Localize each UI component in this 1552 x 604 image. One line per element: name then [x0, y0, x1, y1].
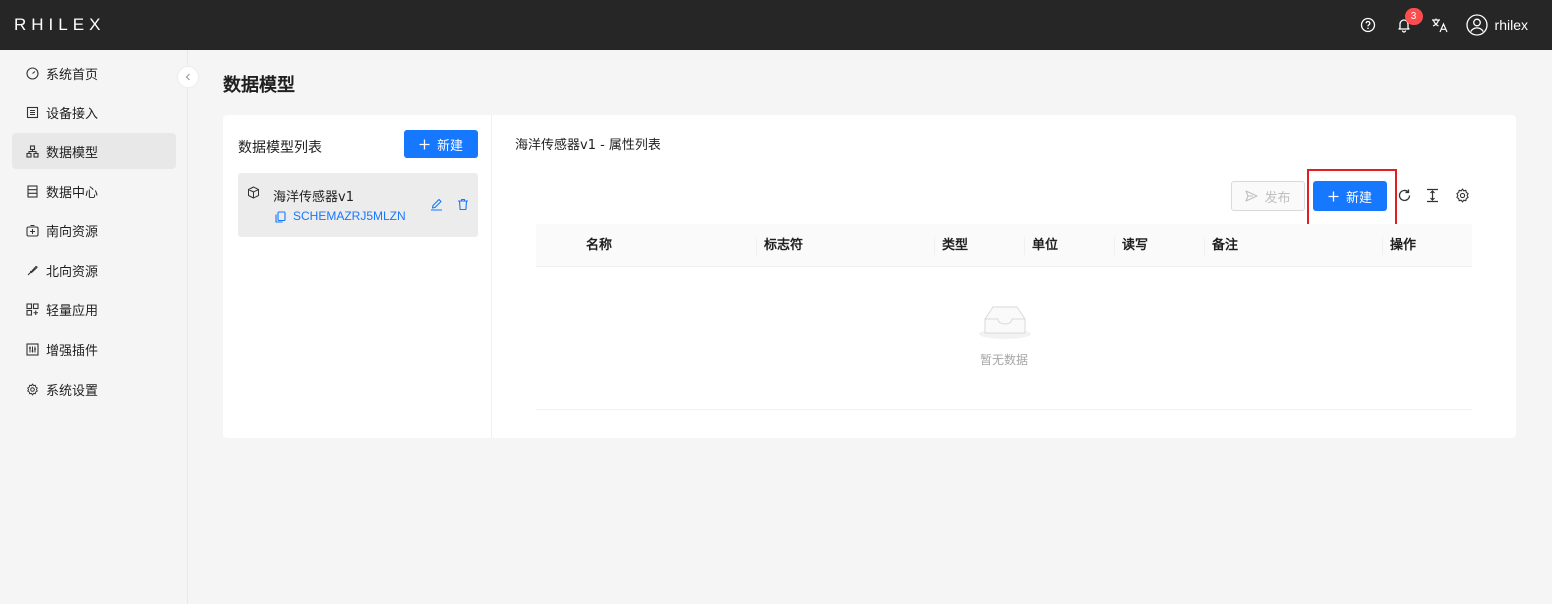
column-divider — [1024, 237, 1025, 255]
publish-label: 发布 — [1264, 190, 1291, 206]
device-icon — [25, 105, 39, 119]
copy-icon[interactable] — [275, 211, 286, 227]
new-model-button[interactable]: 新建 — [404, 130, 478, 158]
new-model-label: 新建 — [436, 138, 463, 154]
northbound-icon — [25, 263, 39, 277]
plus-icon — [419, 139, 430, 149]
sidebar-item-settings[interactable]: 系统设置 — [12, 371, 176, 407]
column-header-name: 名称 — [586, 238, 613, 253]
settings-icon — [25, 382, 39, 396]
properties-table: 名称 标志符 类型 单位 读写 备注 操作 暂无数据 — [536, 224, 1472, 410]
sidebar-item-label: 数据模型 — [46, 145, 99, 161]
column-height-icon[interactable] — [1423, 186, 1441, 204]
sidebar-item-label: 系统设置 — [46, 383, 99, 399]
send-icon — [1245, 190, 1259, 202]
sidebar-item-label: 设备接入 — [46, 106, 99, 122]
sidebar-collapse-button[interactable] — [177, 66, 199, 88]
chevron-left-icon — [185, 73, 190, 81]
sidebar-item-label: 系统首页 — [46, 67, 99, 83]
sidebar-item-label: 数据中心 — [46, 185, 99, 201]
user-icon — [1465, 14, 1488, 36]
column-header-rw: 读写 — [1122, 238, 1149, 253]
column-header-identifier: 标志符 — [764, 238, 804, 253]
column-divider — [1114, 237, 1115, 255]
column-header-type: 类型 — [942, 238, 969, 253]
user-menu[interactable]: rhilex — [1465, 14, 1528, 36]
list-item[interactable]: 海洋传感器v1 SCHEMAZRJ5MLZN — [238, 173, 478, 237]
table-header: 名称 标志符 类型 单位 读写 备注 操作 — [536, 224, 1472, 267]
column-header-actions: 操作 — [1390, 238, 1417, 253]
properties-title: 海洋传感器v1 - 属性列表 — [515, 138, 661, 153]
translate-icon[interactable] — [1422, 0, 1458, 50]
sidebar-item-southbound[interactable]: 南向资源 — [12, 212, 176, 248]
page-title: 数据模型 — [223, 75, 295, 96]
help-icon[interactable] — [1350, 0, 1386, 50]
notification-badge: 3 — [1404, 8, 1423, 25]
column-divider — [756, 237, 757, 255]
column-divider — [934, 237, 935, 255]
sidebar-item-home[interactable]: 系统首页 — [12, 55, 176, 91]
model-card: 数据模型列表 新建 海洋传感器v1 SCHEMAZRJ5MLZN 海洋传感器v1… — [223, 115, 1516, 438]
empty-text: 暂无数据 — [979, 353, 1028, 367]
sidebar-item-data-center[interactable]: 数据中心 — [12, 173, 176, 209]
sidebar-item-label: 北向资源 — [46, 264, 99, 280]
column-divider — [1204, 237, 1205, 255]
plugin-icon — [25, 342, 39, 356]
column-divider — [1382, 237, 1383, 255]
sidebar-item-apps[interactable]: 轻量应用 — [12, 291, 176, 327]
sidebar-item-devices[interactable]: 设备接入 — [12, 94, 176, 130]
column-header-unit: 单位 — [1032, 238, 1059, 253]
highlight-box — [1307, 169, 1397, 228]
database-icon — [25, 184, 39, 198]
settings-icon[interactable] — [1453, 186, 1471, 204]
publish-button[interactable]: 发布 — [1231, 181, 1305, 211]
model-name: 海洋传感器v1 — [273, 190, 354, 205]
column-header-remark: 备注 — [1212, 238, 1239, 253]
top-header: RHILEX 3 rhilex — [0, 0, 1552, 50]
southbound-icon — [25, 223, 39, 237]
sidebar-item-label: 增强插件 — [46, 343, 99, 359]
header-actions: 3 rhilex — [1350, 0, 1528, 50]
sidebar-item-plugins[interactable]: 增强插件 — [12, 331, 176, 367]
sidebar: 系统首页 设备接入 数据模型 数据中心 南向资源 北向资源 轻量应用 增强插件 … — [0, 50, 188, 604]
cube-icon — [247, 186, 260, 203]
apps-icon — [25, 302, 39, 316]
model-list-pane: 数据模型列表 新建 海洋传感器v1 SCHEMAZRJ5MLZN — [223, 115, 492, 438]
username: rhilex — [1494, 17, 1528, 33]
model-list-title: 数据模型列表 — [238, 140, 322, 156]
sidebar-item-label: 南向资源 — [46, 224, 99, 240]
empty-box-icon — [977, 301, 1033, 345]
sidebar-item-data-model[interactable]: 数据模型 — [12, 133, 176, 169]
app-logo[interactable]: RHILEX — [14, 15, 105, 35]
refresh-icon[interactable] — [1395, 186, 1413, 204]
edit-icon[interactable] — [430, 198, 443, 215]
sidebar-item-northbound[interactable]: 北向资源 — [12, 252, 176, 288]
model-icon — [25, 144, 39, 158]
dashboard-icon — [25, 66, 39, 80]
sidebar-item-label: 轻量应用 — [46, 303, 99, 319]
empty-state: 暂无数据 — [536, 267, 1472, 410]
model-id-link[interactable]: SCHEMAZRJ5MLZN — [293, 209, 406, 223]
bell-icon[interactable]: 3 — [1386, 0, 1423, 50]
delete-icon[interactable] — [457, 198, 469, 215]
